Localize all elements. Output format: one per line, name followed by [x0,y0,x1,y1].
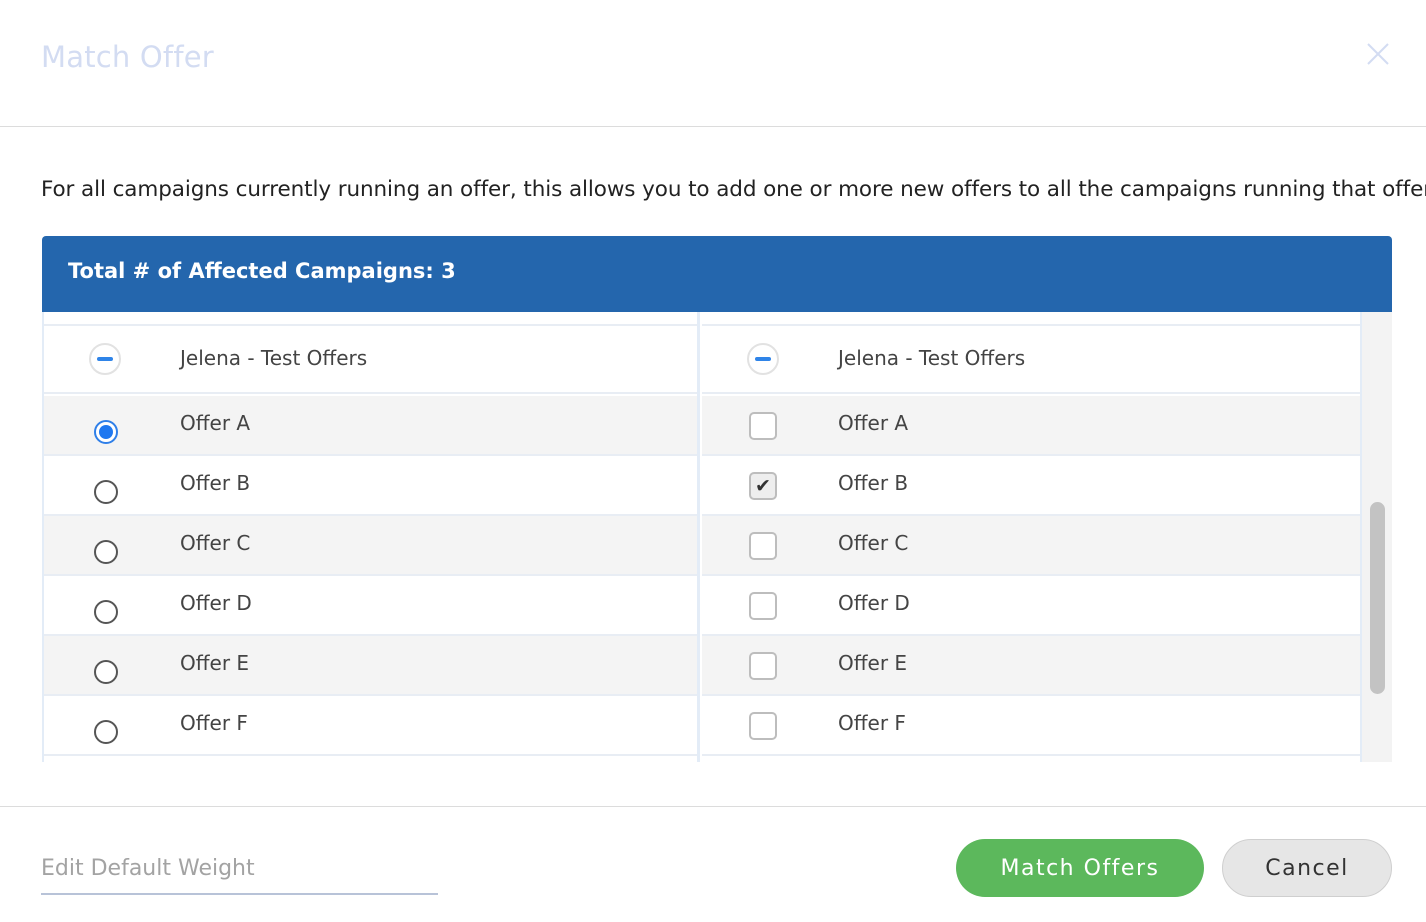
list-item[interactable]: Offer F [702,696,1360,756]
offer-f-checkbox[interactable] [749,712,777,740]
list-item[interactable]: Offer D [702,576,1360,636]
offer-c-checkbox[interactable] [749,532,777,560]
offer-d-checkbox[interactable] [749,592,777,620]
description-text: For all campaigns currently running an o… [41,177,1426,202]
offer-a-checkbox[interactable] [749,412,777,440]
list-item-label: Offer F [180,711,248,735]
list-item[interactable]: Offer C [702,516,1360,576]
list-item-label: Offer B [180,471,251,495]
affected-campaigns-header: Total # of Affected Campaigns: 3 [42,236,1392,312]
scrollbar-thumb[interactable] [1370,502,1385,694]
list-item[interactable]: ✔ Offer B [702,456,1360,516]
list-item-label: Offer F [838,711,906,735]
collapse-group-icon[interactable] [747,343,779,375]
modal-title: Match Offer [41,40,214,74]
list-item-label: Offer B [838,471,909,495]
target-offer-column: Jelena - Test Offers Offer A ✔ Offer B O… [702,312,1363,762]
group-label: Jelena - Test Offers [180,346,368,370]
offer-c-radio[interactable] [94,540,118,564]
default-weight-input[interactable] [41,843,438,895]
list-item[interactable]: Offer D [44,576,697,636]
list-item[interactable]: Offer E [702,636,1360,696]
list-item-label: Offer E [838,651,908,675]
list-item[interactable]: Offer F [44,696,697,756]
list-item-label: Offer A [180,411,251,435]
offer-b-checkbox[interactable]: ✔ [749,472,777,500]
close-icon [1367,43,1389,65]
group-label: Jelena - Test Offers [838,346,1026,370]
cancel-button[interactable]: Cancel [1222,839,1392,897]
modal-footer: Match Offers Cancel [0,806,1426,922]
list-item-label: Offer C [838,531,909,555]
list-item[interactable]: Offer A [44,396,697,456]
offer-a-radio[interactable] [94,420,118,444]
collapse-group-icon[interactable] [89,343,121,375]
offer-d-radio[interactable] [94,600,118,624]
list-item-label: Offer C [180,531,251,555]
list-item[interactable]: Offer C [44,516,697,576]
match-offers-button[interactable]: Match Offers [956,839,1204,897]
offer-list-area: Jelena - Test Offers Offer A Offer B Off… [42,312,1392,762]
offer-e-radio[interactable] [94,660,118,684]
list-item[interactable]: Offer B [44,456,697,516]
list-item-label: Offer D [180,591,252,615]
list-item-label: Offer A [838,411,909,435]
offer-e-checkbox[interactable] [749,652,777,680]
group-row[interactable]: Jelena - Test Offers [702,324,1360,394]
checkmark-icon: ✔ [755,475,771,497]
affected-campaigns-count: Total # of Affected Campaigns: 3 [68,259,456,283]
list-item[interactable]: Offer A [702,396,1360,456]
list-scrollbar[interactable] [1362,312,1392,762]
offer-b-radio[interactable] [94,480,118,504]
list-item[interactable]: Offer E [44,636,697,696]
list-item-label: Offer E [180,651,250,675]
modal-header: Match Offer [0,0,1426,127]
list-item-label: Offer D [838,591,910,615]
offer-f-radio[interactable] [94,720,118,744]
source-offer-column: Jelena - Test Offers Offer A Offer B Off… [42,312,700,762]
group-row[interactable]: Jelena - Test Offers [44,324,697,394]
close-button[interactable] [1362,38,1394,70]
